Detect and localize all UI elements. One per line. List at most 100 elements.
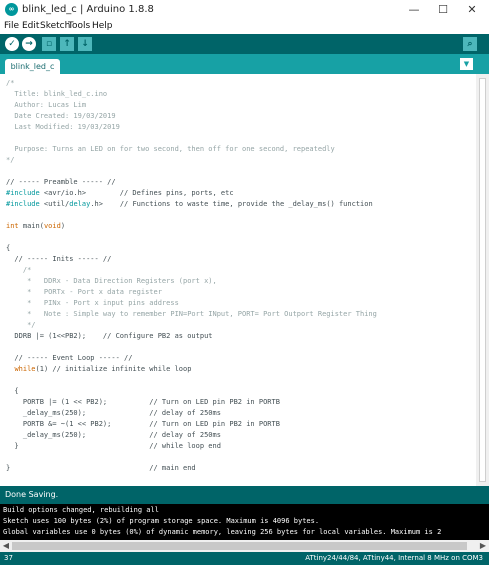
code-line: /* <box>6 79 14 88</box>
code-line: PORTB |= (1 << PB2); // Turn on LED pin … <box>6 398 280 407</box>
code-token: void <box>43 222 61 230</box>
code-line: * DDRx - Data Direction Registers (port … <box>6 277 217 286</box>
code-line: PORTB &= ~(1 << PB2); // Turn on LED pin… <box>6 420 280 429</box>
maximize-icon[interactable]: ☐ <box>433 2 453 18</box>
code-line: _delay_ms(250); // delay of 250ms <box>6 409 221 418</box>
code-token: while <box>14 365 36 373</box>
code-token: DDRB |= (1<<PB2); // Configure PB2 as ou… <box>6 332 213 340</box>
code-token: <util/ <box>39 200 70 208</box>
code-token: { <box>6 387 19 395</box>
code-token: Title: blink_led_c.ino <box>6 90 108 98</box>
code-token: ) <box>60 222 66 230</box>
menu-edit[interactable]: Edit <box>22 20 39 32</box>
menu-help[interactable]: Help <box>92 20 113 32</box>
code-token: } // main end <box>6 464 196 472</box>
code-line: * PORTx - Port x data register <box>6 288 162 297</box>
code-line: #include <avr/io.h> // Defines pins, por… <box>6 189 234 198</box>
code-line: * PINx - Port x input pins address <box>6 299 179 308</box>
close-icon[interactable]: ✕ <box>462 2 482 18</box>
code-token: } // while loop end <box>6 442 221 450</box>
code-token: <avr/io.h> // Defines pins, ports, etc <box>39 189 234 197</box>
tab-menu-chevron-down-icon[interactable]: ▼ <box>460 58 473 70</box>
code-token: { <box>6 244 11 252</box>
code-line: Date Created: 19/03/2019 <box>6 112 116 121</box>
serial-monitor-icon[interactable]: ⌕ <box>463 37 477 51</box>
line-number: 37 <box>4 554 13 562</box>
new-sketch-icon[interactable]: ▫ <box>42 37 56 51</box>
code-line: } // while loop end <box>6 442 221 451</box>
menu-tools[interactable]: Tools <box>68 20 90 32</box>
code-line: Purpose: Turns an LED on for two second,… <box>6 145 335 154</box>
minimize-icon[interactable]: — <box>404 2 424 18</box>
board-info: ATtiny24/44/84, ATtiny44, Internal 8 MHz… <box>305 554 483 562</box>
code-line: Last Modified: 19/03/2019 <box>6 123 120 132</box>
upload-icon[interactable]: → <box>22 37 36 51</box>
code-token: /* <box>6 79 15 87</box>
code-token: Last Modified: 19/03/2019 <box>6 123 120 131</box>
code-line: Author: Lucas Lim <box>6 101 86 110</box>
code-line: // ----- Preamble ----- // <box>6 178 116 187</box>
code-line: #include <util/delay.h> // Functions to … <box>6 200 373 209</box>
arduino-icon: ∞ <box>5 3 18 16</box>
code-token: PORTB &= ~(1 << PB2); // Turn on LED pin… <box>6 420 280 428</box>
status-message: Done Saving. <box>5 490 59 499</box>
code-token: * DDRx - Data Direction Registers (port … <box>6 277 217 285</box>
tab-blink-led-c[interactable]: blink_led_c <box>5 59 60 74</box>
title-bar: ∞ blink_led_c | Arduino 1.8.8 — ☐ ✕ <box>0 0 489 20</box>
code-line: */ <box>6 321 36 330</box>
menu-bar: File Edit Sketch Tools Help <box>0 20 489 34</box>
save-sketch-icon[interactable]: ↓ <box>78 37 92 51</box>
code-token: #include <box>6 200 40 208</box>
code-line: int main(void) <box>6 222 65 231</box>
open-sketch-icon[interactable]: ↑ <box>60 37 74 51</box>
menu-file[interactable]: File <box>4 20 19 32</box>
code-line: /* <box>6 266 31 275</box>
code-line: // ----- Event Loop ----- // <box>6 354 132 363</box>
code-line: while(1) // initialize infinite while lo… <box>6 365 191 374</box>
scroll-right-icon[interactable]: ▶ <box>477 540 489 552</box>
code-token: * PINx - Port x input pins address <box>6 299 179 307</box>
code-token: /* <box>6 266 32 274</box>
code-token: (1) // initialize infinite while loop <box>35 365 192 373</box>
code-token: Purpose: Turns an LED on for two second,… <box>6 145 335 153</box>
code-token: int <box>6 222 19 230</box>
code-token: Date Created: 19/03/2019 <box>6 112 116 120</box>
status-strip <box>0 486 489 504</box>
code-token: .h> // Functions to waste time, provide … <box>90 200 373 208</box>
code-token: delay <box>69 200 91 208</box>
menu-sketch[interactable]: Sketch <box>40 20 70 32</box>
code-token: Author: Lucas Lim <box>6 101 87 109</box>
vertical-scrollbar-thumb[interactable] <box>479 78 486 482</box>
code-line: _delay_ms(250); // delay of 250ms <box>6 431 221 440</box>
code-line: // ----- Inits ----- // <box>6 255 111 264</box>
code-token: */ <box>6 321 36 329</box>
code-token: // ----- Preamble ----- // <box>6 178 116 186</box>
code-editor[interactable]: /* Title: blink_led_c.ino Author: Lucas … <box>0 74 476 486</box>
code-line: */ <box>6 156 14 165</box>
console-line: Global variables use 0 bytes (0%) of dyn… <box>3 528 442 536</box>
code-line: Title: blink_led_c.ino <box>6 90 107 99</box>
console-line: Sketch uses 100 bytes (2%) of program st… <box>3 517 320 525</box>
code-line: } // main end <box>6 464 196 473</box>
code-token: * Note : Simple way to remember PIN=Port… <box>6 310 377 318</box>
code-token: // ----- Event Loop ----- // <box>6 354 133 362</box>
code-token: #include <box>6 189 40 197</box>
code-token: _delay_ms(250); // delay of 250ms <box>6 409 221 417</box>
code-token: // ----- Inits ----- // <box>6 255 112 263</box>
code-line: { <box>6 244 10 253</box>
code-token: PORTB |= (1 << PB2); // Turn on LED pin … <box>6 398 280 406</box>
scroll-left-icon[interactable]: ◀ <box>0 540 12 552</box>
console-output: Build options changed, rebuilding all Ske… <box>0 504 489 540</box>
code-token: _delay_ms(250); // delay of 250ms <box>6 431 221 439</box>
code-line: DDRB |= (1<<PB2); // Configure PB2 as ou… <box>6 332 213 341</box>
console-line: Build options changed, rebuilding all <box>3 506 159 514</box>
code-token: * PORTx - Port x data register <box>6 288 162 296</box>
tab-bar <box>0 54 489 74</box>
code-token: main( <box>18 222 44 230</box>
window-title: blink_led_c | Arduino 1.8.8 <box>22 4 154 15</box>
code-line: { <box>6 387 19 396</box>
horizontal-scrollbar-thumb[interactable] <box>12 542 467 550</box>
code-line: * Note : Simple way to remember PIN=Port… <box>6 310 377 319</box>
code-token: */ <box>6 156 15 164</box>
verify-icon[interactable]: ✓ <box>5 37 19 51</box>
